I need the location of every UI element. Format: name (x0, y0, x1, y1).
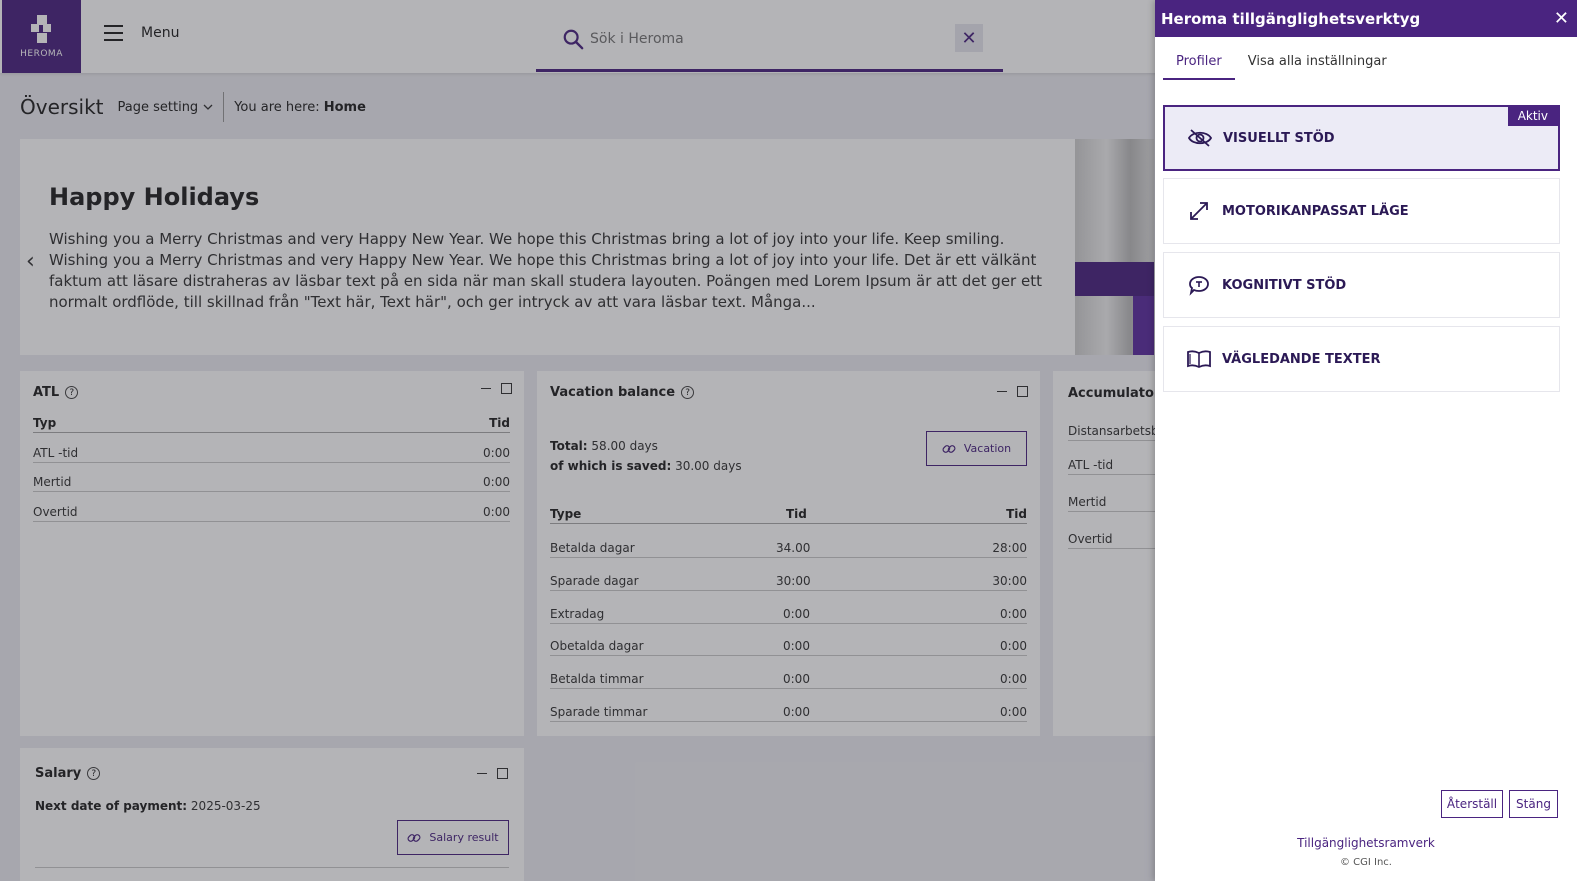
expand-arrows-icon (1186, 200, 1212, 222)
close-icon[interactable]: ✕ (1554, 8, 1569, 29)
profile-visual-support[interactable]: VISUELLT STÖD Aktiv (1163, 105, 1560, 171)
copyright-text: © CGI Inc. (1339, 857, 1392, 868)
reset-button[interactable]: Återställ (1441, 790, 1503, 818)
tab-profiler[interactable]: Profiler (1163, 50, 1235, 80)
speech-bubble-icon (1186, 274, 1212, 296)
profile-guiding-texts[interactable]: VÄGLEDANDE TEXTER (1163, 326, 1560, 392)
profile-label: KOGNITIVT STÖD (1222, 277, 1347, 293)
modal-backdrop[interactable] (0, 0, 1155, 881)
active-badge: Aktiv (1507, 107, 1558, 126)
tab-all-settings[interactable]: Visa alla inställningar (1235, 50, 1400, 80)
framework-link[interactable]: Tillgänglighetsramverk (1155, 836, 1577, 850)
panel-tabs: Profiler Visa alla inställningar (1163, 50, 1400, 80)
close-button[interactable]: Stäng (1509, 790, 1558, 818)
profile-cognitive-support[interactable]: KOGNITIVT STÖD (1163, 252, 1560, 318)
panel-header: Heroma tillgänglighetsverktyg ✕ (1155, 0, 1577, 37)
eye-slash-icon (1187, 127, 1213, 149)
profile-label: MOTORIKANPASSAT LÄGE (1222, 203, 1409, 219)
accessibility-panel: Heroma tillgänglighetsverktyg ✕ Profiler… (1155, 0, 1577, 881)
profile-label: VISUELLT STÖD (1223, 130, 1335, 146)
app-root: HEROMA Menu ✕ Översikt Page setting You … (0, 0, 1577, 881)
panel-title: Heroma tillgänglighetsverktyg (1161, 9, 1421, 28)
profile-motor-mode[interactable]: MOTORIKANPASSAT LÄGE (1163, 178, 1560, 244)
open-book-icon (1186, 348, 1212, 370)
profile-label: VÄGLEDANDE TEXTER (1222, 351, 1381, 367)
